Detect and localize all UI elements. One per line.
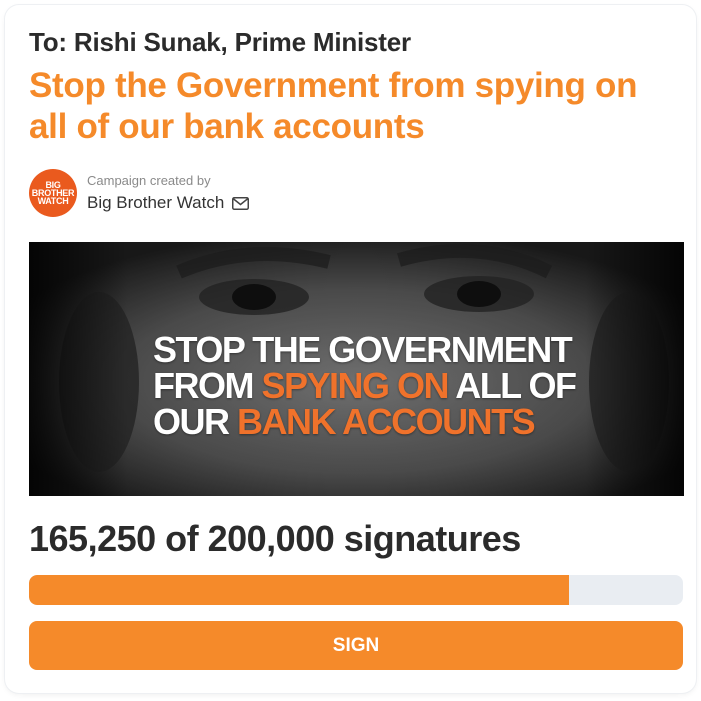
campaign-image-text: STOP THE GOVERNMENT FROM SPYING ON ALL O… [153, 329, 577, 440]
sign-button[interactable]: SIGN [29, 621, 683, 670]
hero-line-3-prefix: OUR [153, 401, 237, 442]
hero-line-2: FROM SPYING ON ALL OF [153, 365, 577, 406]
hero-line-3-accent: BANK ACCOUNTS [237, 401, 536, 442]
creator-caption: Campaign created by [87, 173, 211, 188]
hero-line-2-accent: SPYING ON [261, 365, 449, 406]
signature-progress-bar [29, 575, 683, 605]
avatar-line-3: WATCH [37, 196, 69, 206]
petition-recipient: To: Rishi Sunak, Prime Minister [29, 27, 411, 57]
signature-progress-fill [29, 575, 570, 605]
creator-name[interactable]: Big Brother Watch [87, 193, 224, 213]
hero-line-2-suffix: ALL OF [448, 365, 577, 406]
creator-info: BIG BROTHER WATCH Campaign created by Bi… [29, 167, 250, 219]
creator-name-row: Big Brother Watch [87, 193, 250, 213]
petition-title: Stop the Government from spying on all o… [29, 66, 638, 146]
hero-line-3: OUR BANK ACCOUNTS [153, 404, 576, 440]
creator-text: Campaign created by Big Brother Watch [87, 173, 250, 213]
mail-icon[interactable] [232, 196, 250, 210]
hero-line-2-prefix: FROM [153, 365, 262, 406]
petition-card: To: Rishi Sunak, Prime Minister Stop the… [5, 5, 696, 693]
hero-line-1: STOP THE GOVERNMENT [153, 329, 573, 370]
campaign-image: STOP THE GOVERNMENT FROM SPYING ON ALL O… [29, 242, 684, 496]
signature-count: 165,250 of 200,000 signatures [29, 518, 521, 559]
creator-avatar[interactable]: BIG BROTHER WATCH [29, 169, 77, 217]
